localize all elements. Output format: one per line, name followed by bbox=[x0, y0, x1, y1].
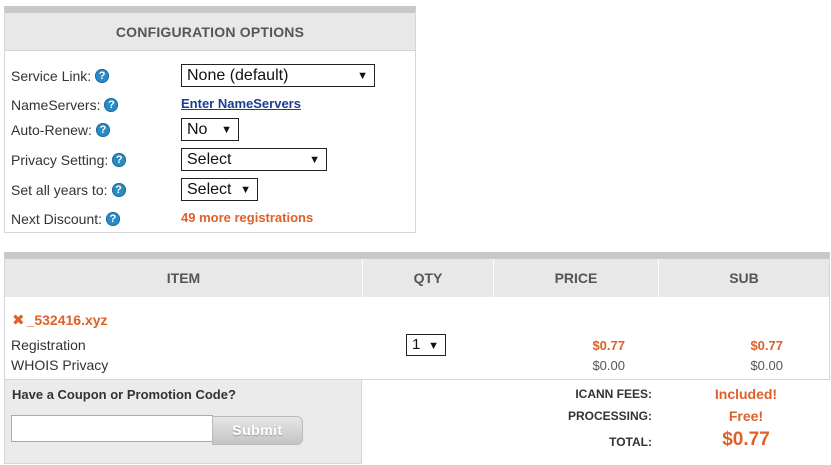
configuration-options-panel: CONFIGURATION OPTIONS Service Link:? Non… bbox=[4, 6, 416, 233]
next-discount-row: Next Discount:? 49 more registrations bbox=[11, 207, 411, 231]
privacy-setting-row: Privacy Setting:? Select ▼ bbox=[11, 148, 411, 172]
next-discount-value: 49 more registrations bbox=[181, 210, 314, 225]
registration-price: $0.77 bbox=[592, 338, 625, 353]
coupon-box: Have a Coupon or Promotion Code? Submit bbox=[4, 380, 362, 464]
auto-renew-row: Auto-Renew:? No ▼ bbox=[11, 118, 411, 142]
chevron-down-icon: ▼ bbox=[428, 340, 439, 352]
privacy-setting-select[interactable]: Select ▼ bbox=[181, 148, 327, 171]
processing-value: Free! bbox=[728, 408, 764, 424]
set-years-label: Set all years to: bbox=[11, 182, 108, 198]
service-link-row: Service Link:? None (default) ▼ bbox=[11, 64, 411, 88]
help-icon[interactable]: ? bbox=[104, 98, 119, 112]
help-icon[interactable]: ? bbox=[95, 69, 110, 83]
config-title: CONFIGURATION OPTIONS bbox=[5, 13, 415, 51]
coupon-title: Have a Coupon or Promotion Code? bbox=[12, 387, 236, 402]
help-icon[interactable]: ? bbox=[111, 183, 126, 197]
set-years-row: Set all years to:? Select ▼ bbox=[11, 178, 411, 202]
column-header-sub: SUB bbox=[729, 270, 759, 286]
set-years-select[interactable]: Select ▼ bbox=[181, 178, 258, 201]
total-value: $0.77 bbox=[722, 429, 770, 450]
whois-privacy-price: $0.00 bbox=[592, 358, 625, 373]
column-header-item: ITEM bbox=[5, 259, 363, 297]
auto-renew-select[interactable]: No ▼ bbox=[181, 118, 239, 141]
help-icon[interactable]: ? bbox=[106, 212, 121, 226]
help-icon[interactable]: ? bbox=[112, 153, 127, 167]
column-header-price: PRICE bbox=[494, 259, 659, 297]
icann-fees-value: Included! bbox=[714, 386, 778, 402]
chevron-down-icon: ▼ bbox=[240, 184, 251, 196]
remove-icon[interactable]: ✖ bbox=[12, 312, 25, 329]
nameservers-label: NameServers: bbox=[11, 97, 101, 113]
cart-table: ITEM QTY PRICE SUB ✖ _532416.xyz Registra… bbox=[4, 252, 830, 380]
auto-renew-label: Auto-Renew: bbox=[11, 122, 92, 138]
enter-nameservers-link[interactable]: Enter NameServers bbox=[181, 96, 301, 111]
registration-label: Registration bbox=[11, 337, 86, 353]
registration-subtotal: $0.77 bbox=[750, 338, 783, 353]
cart-domain-name: ✖ _532416.xyz bbox=[12, 312, 108, 329]
column-header-qty: QTY bbox=[363, 259, 494, 297]
whois-privacy-label: WHOIS Privacy bbox=[11, 357, 109, 373]
cart-header: ITEM QTY PRICE SUB bbox=[5, 259, 829, 297]
whois-privacy-subtotal: $0.00 bbox=[750, 358, 783, 373]
privacy-setting-label: Privacy Setting: bbox=[11, 152, 109, 168]
service-link-label: Service Link: bbox=[11, 68, 92, 84]
quantity-select[interactable]: 1 ▼ bbox=[406, 334, 446, 356]
chevron-down-icon: ▼ bbox=[357, 70, 368, 82]
help-icon[interactable]: ? bbox=[95, 123, 110, 137]
next-discount-label: Next Discount: bbox=[11, 211, 103, 227]
chevron-down-icon: ▼ bbox=[221, 124, 232, 136]
icann-fees-label: ICANN FEES: bbox=[575, 387, 652, 401]
nameservers-row: NameServers:? Enter NameServers bbox=[11, 93, 411, 117]
chevron-down-icon: ▼ bbox=[309, 154, 320, 166]
service-link-select[interactable]: None (default) ▼ bbox=[181, 64, 375, 87]
submit-coupon-button[interactable]: Submit bbox=[212, 416, 303, 445]
total-label: TOTAL: bbox=[609, 435, 652, 449]
processing-label: PROCESSING: bbox=[567, 409, 652, 423]
coupon-code-input[interactable] bbox=[11, 415, 213, 442]
